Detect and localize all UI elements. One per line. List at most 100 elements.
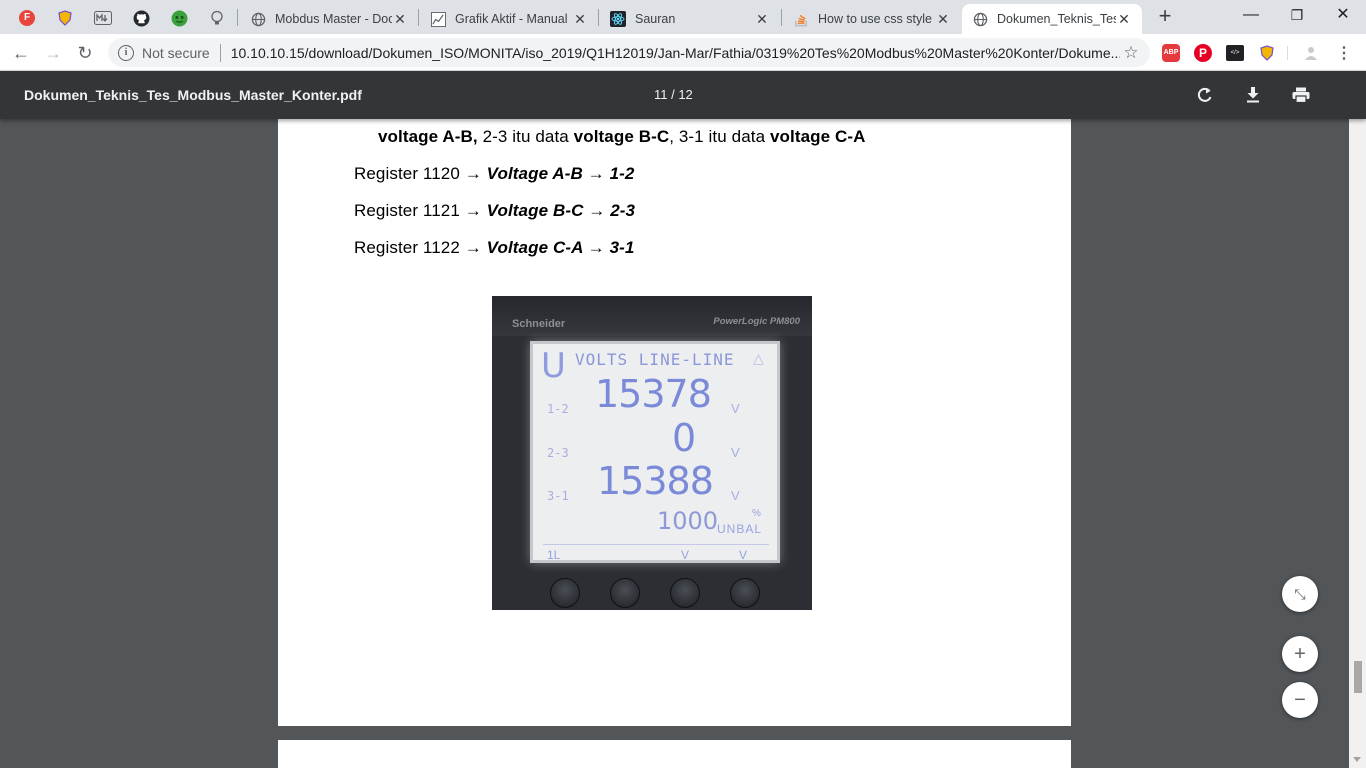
tab-separator [418,9,419,26]
globe-icon [972,11,988,27]
pinned-tab-green[interactable] [160,5,198,31]
code-extension-icon: </> [1226,45,1244,61]
close-tab-icon[interactable]: ✕ [935,11,951,27]
pdf-page: voltage A-B, 2-3 itu data voltage B-C, 3… [278,119,1071,726]
close-tab-icon[interactable]: ✕ [754,11,770,27]
pinterest-extension-button[interactable]: P [1193,43,1213,63]
shield-extension-button[interactable] [1257,43,1277,63]
vertical-scrollbar[interactable] [1349,71,1366,768]
shield-extension-icon [1260,45,1274,61]
print-button[interactable] [1289,83,1313,107]
scrollbar-thumb[interactable] [1354,661,1362,693]
pdf-next-page [278,740,1071,768]
term-voltage-ca: voltage C-A [769,127,866,146]
lcd-row-unit: V [731,401,740,416]
profile-button[interactable] [1301,43,1321,63]
close-window-button[interactable]: ✕ [1320,0,1366,30]
tab-sauran[interactable]: Sauran ✕ [600,4,780,34]
shield-extension-icon [58,10,72,26]
lcd-footer-item: 1L [547,548,561,562]
tab-separator [781,9,782,26]
close-tab-icon[interactable]: ✕ [1116,11,1132,27]
tab-title: How to use css style in [818,12,935,26]
profile-icon [1305,47,1317,60]
meter-model: PowerLogic PM800 [713,316,800,327]
meter-button [730,578,760,608]
back-button[interactable]: ← [8,40,34,66]
abp-extension-button[interactable]: ABP [1161,43,1181,63]
zoom-out-button[interactable]: − [1282,682,1318,718]
f-letter-icon: F [19,10,35,26]
term-voltage-ab: voltage A-B, [378,127,478,146]
tab-dokumen-teknis[interactable]: Dokumen_Teknis_Tes_ ✕ [962,4,1142,34]
forward-button[interactable]: → [40,40,66,66]
pinned-tab-shield[interactable] [46,5,84,31]
lcd-mode-letter: U [541,346,566,386]
plus-icon: + [1294,642,1306,665]
more-vert-icon: ⋮ [1336,45,1352,62]
register-description: Voltage B-C → 2-3 [486,201,636,220]
omnibox-divider [219,43,221,62]
download-button[interactable] [1241,83,1265,107]
power-meter-photo: Schneider PowerLogic PM800 U VOLTS LINE-… [492,296,812,610]
minus-icon: − [1294,688,1306,711]
menu-button[interactable]: ⋮ [1334,43,1354,63]
lcd-unbal-label: UNBAL [717,522,763,536]
green-face-icon [171,10,187,26]
tab-strip: F Mobdus Master - Doc ✕ Grafik Aktif - M… [0,0,1366,34]
fit-to-page-button[interactable]: ⤡ [1282,576,1318,612]
lcd-row-label: 2-3 [547,446,569,460]
term-voltage-bc: voltage B-C [573,127,670,146]
register-description: Voltage A-B → 1-2 [486,164,635,183]
tab-css-style[interactable]: How to use css style in ✕ [783,4,961,34]
tab-title: Grafik Aktif - Manual [455,12,568,26]
security-label: Not secure [142,44,210,61]
lcd-footer-item: V [681,548,690,562]
minimize-button[interactable]: — [1228,0,1274,30]
rotate-button[interactable] [1193,83,1217,107]
back-arrow-icon: ← [12,43,30,63]
tab-mobdus-master[interactable]: Mobdus Master - Doc ✕ [240,4,418,34]
zoom-in-button[interactable]: + [1282,636,1318,672]
markdown-icon [94,11,112,25]
pinned-tab-bulb[interactable] [198,5,236,31]
tab-separator [237,9,238,26]
lcd-footer-item: V [739,548,748,562]
register-number: Register 1122 [354,238,460,257]
lcd-unbal-value: 1000 [657,507,719,535]
register-number: Register 1120 [354,164,460,183]
restore-button[interactable]: ❐ [1274,0,1320,30]
bulb-icon [211,10,223,25]
toolbar-divider [1287,46,1288,60]
url-text[interactable]: 10.10.10.15/download/Dokumen_ISO/MONITA/… [231,45,1120,61]
reload-button[interactable]: ↻ [72,40,98,66]
tab-grafik-aktif[interactable]: Grafik Aktif - Manual ✕ [420,4,598,34]
close-tab-icon[interactable]: ✕ [572,11,588,27]
bookmark-star-icon[interactable]: ☆ [1120,43,1142,63]
page-indicator[interactable]: 11 / 12 [654,87,693,102]
pinned-tab-markdown[interactable] [84,5,122,31]
info-icon[interactable]: i [118,44,134,61]
scroll-down-arrow-icon[interactable] [1353,757,1361,762]
globe-icon [250,11,266,27]
address-bar[interactable]: i Not secure 10.10.10.15/download/Dokume… [108,38,1150,67]
new-tab-button[interactable]: + [1152,5,1178,29]
lcd-header: VOLTS LINE-LINE [575,350,735,369]
arrow-glyph: → [464,164,482,183]
register-line: Register 1122 → Voltage C-A → 3-1 [354,238,634,258]
pinned-tab-github[interactable] [122,5,160,31]
code-extension-button[interactable]: </> [1225,43,1245,63]
lcd-row-value: 0 [672,416,696,460]
pinterest-icon: P [1194,44,1212,62]
lcd-divider [543,544,769,545]
close-tab-icon[interactable]: ✕ [392,11,408,27]
print-icon [1292,87,1310,103]
tab-title: Dokumen_Teknis_Tes_ [997,12,1116,26]
arrow-glyph: → [464,238,482,257]
browser-toolbar: ← → ↻ i Not secure 10.10.10.15/download/… [0,34,1366,71]
react-icon [610,11,626,27]
lcd-row-label: 3-1 [547,489,569,503]
tab-separator [598,9,599,26]
register-number: Register 1121 [354,201,460,220]
pinned-tab-f[interactable]: F [8,5,46,31]
